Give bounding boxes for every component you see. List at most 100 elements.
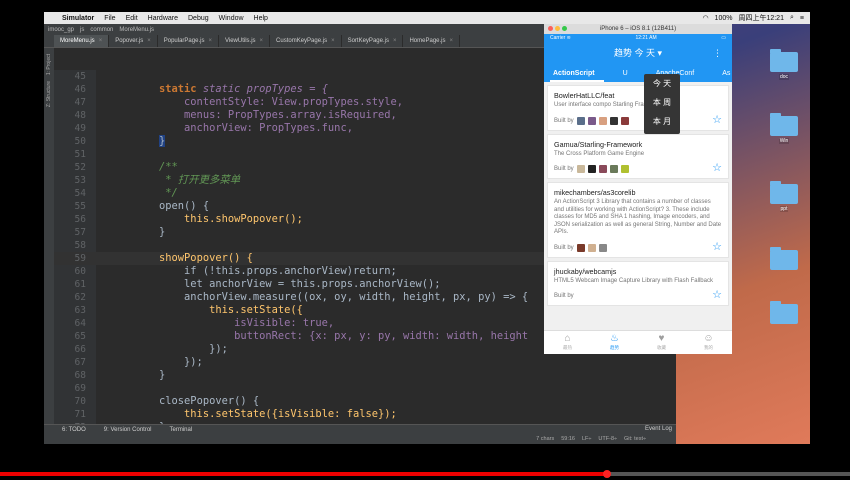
tab-u[interactable]: U (623, 70, 628, 77)
status-git-branch[interactable]: Git: test÷ (624, 436, 646, 442)
close-icon[interactable]: × (208, 38, 212, 44)
close-icon[interactable]: × (393, 38, 397, 44)
tab-favorite[interactable]: ♥ 收藏 (638, 331, 685, 354)
video-progress-bar[interactable] (0, 470, 850, 478)
line-number: 61 (74, 279, 86, 290)
code-text: open() { (159, 200, 210, 212)
list-item[interactable]: Gamua/Starling-Framework The Cross Platf… (547, 133, 729, 179)
tab-as[interactable]: As (722, 70, 730, 77)
carrier-label: Carrier ≋ (550, 35, 571, 41)
line-number: 47 (74, 97, 86, 108)
desktop: Simulator File Edit Hardware Debug Windo… (44, 12, 810, 444)
star-icon[interactable]: ☆ (712, 163, 722, 174)
event-log-button[interactable]: Event Log (645, 424, 672, 434)
status-position[interactable]: 59:16 (561, 436, 575, 442)
avatar (576, 116, 585, 125)
folder-icon[interactable] (770, 247, 798, 272)
minimize-window-button[interactable] (555, 26, 560, 31)
built-by: Built by (554, 116, 722, 126)
app-menu[interactable]: Simulator (62, 15, 94, 22)
tab-actionscript[interactable]: ActionScript (553, 70, 595, 77)
breadcrumb-item[interactable]: js (80, 27, 84, 33)
terminal-tool-button[interactable]: Terminal (170, 427, 193, 433)
structure-tool-button[interactable]: Z: Structure (46, 81, 52, 107)
ios-status-bar: Carrier ≋ 12:21 AM ▭ (544, 34, 732, 42)
folder-icon[interactable]: Win (770, 113, 798, 144)
code-line: 70 closePopover() { (54, 395, 676, 408)
heart-icon: ♥ (658, 333, 665, 344)
avatar (576, 243, 585, 252)
list-icon[interactable]: ≡ (800, 15, 804, 22)
tab-popular[interactable]: ⌂ 最热 (544, 331, 591, 354)
more-menu-icon[interactable]: ⋮ (713, 42, 722, 64)
close-icon[interactable]: × (260, 38, 264, 44)
close-icon[interactable]: × (99, 38, 103, 44)
breadcrumb-item[interactable]: common (90, 27, 113, 33)
folder-icon[interactable]: ppt (770, 181, 798, 212)
menu-debug[interactable]: Debug (188, 15, 209, 22)
nav-title-dropdown[interactable]: 趋势 今 天 ▾ (614, 48, 662, 58)
menu-file[interactable]: File (104, 15, 115, 22)
menu-item-today[interactable]: 今 天 (644, 74, 680, 93)
tab-label: HomePage.js (409, 38, 446, 44)
close-icon[interactable]: × (147, 38, 151, 44)
repo-name: mikechambers/as3corelib (554, 188, 636, 197)
tab-trending[interactable]: ♨ 趋势 (591, 331, 638, 354)
code-line: 67 }); (54, 356, 676, 369)
code-text: }); (209, 343, 228, 355)
project-tool-button[interactable]: 1: Project (46, 54, 52, 75)
tab-sortkeypage[interactable]: SortKeyPage.js × (342, 35, 404, 47)
line-number: 49 (74, 123, 86, 134)
menu-help[interactable]: Help (254, 15, 268, 22)
menu-item-week[interactable]: 本 周 (644, 93, 680, 112)
person-icon: ☺ (703, 333, 714, 344)
close-window-button[interactable] (548, 26, 553, 31)
folder-icon[interactable] (770, 301, 798, 326)
tab-popover[interactable]: Popover.js × (109, 35, 158, 47)
list-item[interactable]: mikechambers/as3corelib An ActionScript … (547, 182, 729, 258)
video-scrubber-handle[interactable] (603, 470, 611, 478)
menu-edit[interactable]: Edit (126, 15, 138, 22)
tab-homepage[interactable]: HomePage.js × (403, 35, 461, 47)
tab-customkeypage[interactable]: CustomKeyPage.js × (270, 35, 342, 47)
clock[interactable]: 周四上午12:21 (738, 13, 784, 23)
star-icon[interactable]: ☆ (712, 241, 722, 253)
search-icon[interactable]: ⌕ (790, 14, 794, 22)
star-icon[interactable]: ☆ (712, 290, 722, 301)
tab-viewutils[interactable]: ViewUtils.js × (219, 35, 271, 47)
wifi-icon[interactable]: ◠ (702, 14, 708, 22)
built-by-label: Built by (554, 293, 574, 299)
home-icon: ⌂ (564, 333, 571, 344)
breadcrumb-item[interactable]: imooc_gp (48, 27, 74, 33)
tab-label: 最热 (563, 345, 572, 350)
tab-popularpage[interactable]: PopularPage.js × (158, 35, 219, 47)
line-number: 66 (74, 344, 86, 355)
star-icon[interactable]: ☆ (712, 114, 722, 126)
tab-me[interactable]: ☺ 我的 (685, 331, 732, 354)
breadcrumb-item[interactable]: MoreMenu.js (119, 27, 154, 33)
menu-hardware[interactable]: Hardware (148, 15, 178, 22)
status-line-sep[interactable]: LF÷ (582, 436, 591, 442)
menu-window[interactable]: Window (219, 15, 244, 22)
zoom-window-button[interactable] (562, 26, 567, 31)
line-number: 62 (74, 292, 86, 303)
video-played (0, 472, 607, 476)
list-item[interactable]: jhuckaby/webcamjs HTML5 Webcam Image Cap… (547, 260, 729, 306)
repo-list[interactable]: BowlerHatLLC/feat User interface compo S… (544, 82, 732, 330)
tab-moremenu[interactable]: MoreMenu.js × (54, 35, 110, 47)
menu-item-month[interactable]: 本 月 (644, 112, 680, 131)
avatar (576, 165, 585, 173)
todo-tool-button[interactable]: 6: TODO (62, 427, 86, 433)
list-item[interactable]: BowlerHatLLC/feat User interface compo S… (547, 85, 729, 131)
folder-icon[interactable]: doc (770, 49, 798, 80)
line-number: 64 (74, 318, 86, 329)
repo-name: BowlerHatLLC/feat (554, 91, 615, 100)
close-icon[interactable]: × (450, 38, 454, 44)
status-encoding[interactable]: UTF-8÷ (598, 436, 617, 442)
vcs-tool-button[interactable]: 9: Version Control (104, 427, 152, 433)
battery-label[interactable]: 100% (715, 15, 733, 22)
phone-screen: Carrier ≋ 12:21 AM ▭ 趋势 今 天 ▾ ⋮ ActionSc… (544, 34, 732, 354)
close-icon[interactable]: × (331, 38, 335, 44)
avatar (598, 116, 607, 125)
tab-label: MoreMenu.js (60, 38, 95, 44)
